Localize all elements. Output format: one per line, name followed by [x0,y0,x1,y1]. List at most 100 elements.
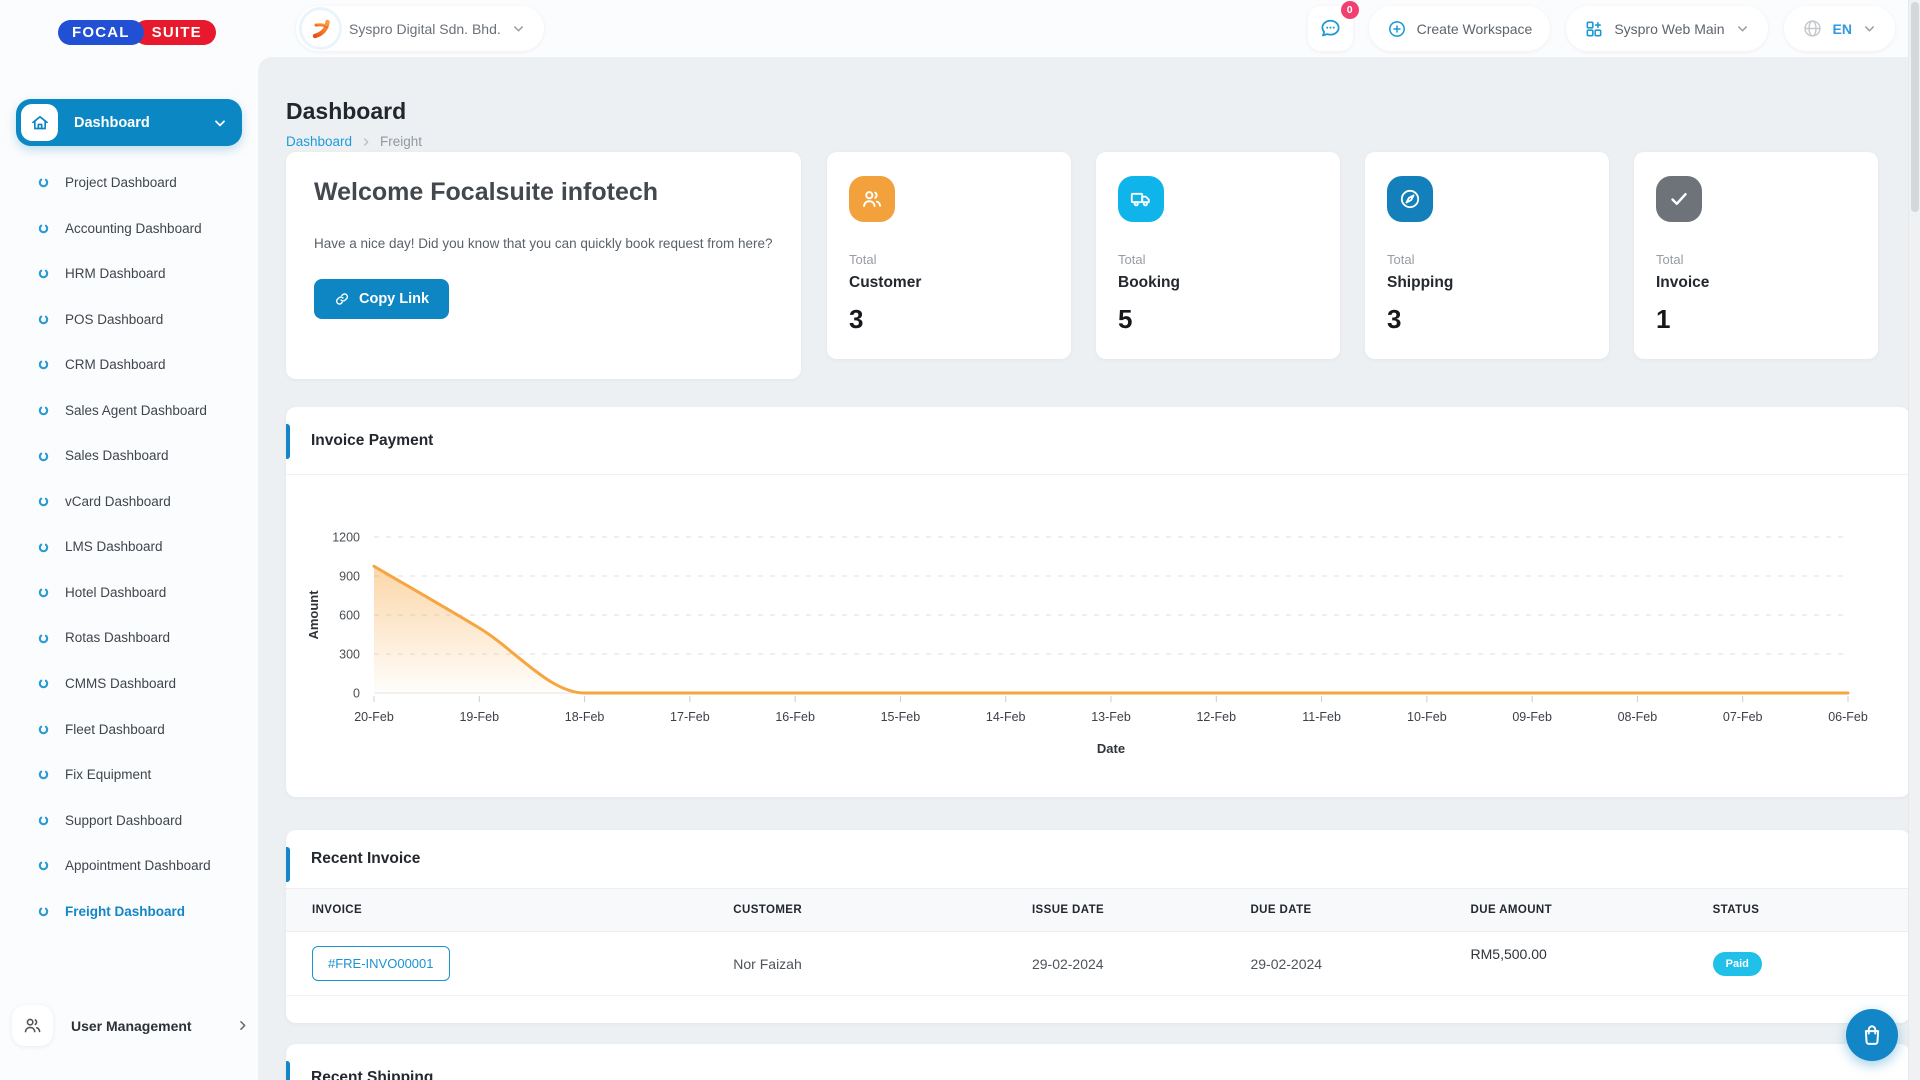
sidebar-group-label: Dashboard [74,115,212,131]
bullet-icon [38,906,49,917]
stat-card-booking: Total Booking 5 [1096,152,1340,359]
svg-text:09-Feb: 09-Feb [1512,710,1552,724]
bullet-icon [38,405,49,416]
breadcrumb-dashboard-link[interactable]: Dashboard [286,134,352,149]
welcome-card: Welcome Focalsuite infotech Have a nice … [286,152,801,379]
truck-icon [1118,176,1164,222]
sidebar-item-appointment-dashboard[interactable]: Appointment Dashboard [0,843,258,889]
bullet-icon [38,860,49,871]
page-title: Dashboard [286,98,406,125]
column-due-date: DUE DATE [1250,904,1470,916]
svg-text:16-Feb: 16-Feb [775,710,815,724]
bullet-icon [38,496,49,507]
invoice-table-header: INVOICE CUSTOMER ISSUE DATE DUE DATE DUE… [286,888,1910,932]
sidebar-item-crm-dashboard[interactable]: CRM Dashboard [0,342,258,388]
app-menu-label: Syspro Web Main [1614,21,1724,37]
stat-name: Customer [849,274,1049,292]
bullet-icon [38,223,49,234]
sidebar-item-hrm-dashboard[interactable]: HRM Dashboard [0,251,258,297]
sidebar-item-fix-equipment[interactable]: Fix Equipment [0,752,258,798]
compass-icon [1387,176,1433,222]
globe-icon [1802,18,1823,39]
svg-text:1200: 1200 [332,531,360,545]
chevron-down-icon [1862,21,1877,36]
chevron-right-icon [235,1018,250,1033]
chat-button[interactable]: 0 [1308,6,1353,51]
bullet-icon [38,451,49,462]
section-accent [286,1061,290,1080]
create-workspace-label: Create Workspace [1417,21,1533,37]
bullet-icon [38,268,49,279]
create-workspace-button[interactable]: Create Workspace [1369,6,1551,51]
invoice-due-date: 29-02-2024 [1250,956,1470,972]
stat-card-invoice: Total Invoice 1 [1634,152,1878,359]
app-menu-selector[interactable]: Syspro Web Main [1566,6,1767,51]
header-actions: 0 Create Workspace Syspro Web Main EN [1308,6,1895,51]
sidebar-item-sales-agent-dashboard[interactable]: Sales Agent Dashboard [0,388,258,434]
svg-text:08-Feb: 08-Feb [1618,710,1658,724]
sidebar-item-pos-dashboard[interactable]: POS Dashboard [0,297,258,343]
svg-text:Amount: Amount [306,590,321,640]
column-issue-date: ISSUE DATE [1032,904,1251,916]
scrollbar-thumb[interactable] [1911,2,1919,212]
column-due-amount: DUE AMOUNT [1471,904,1713,916]
sidebar-item-hotel-dashboard[interactable]: Hotel Dashboard [0,570,258,616]
invoice-payment-header: Invoice Payment [286,407,1910,475]
sidebar-item-support-dashboard[interactable]: Support Dashboard [0,798,258,844]
breadcrumb: Dashboard Freight [286,134,422,149]
svg-text:600: 600 [339,609,360,623]
sidebar-menu: Project Dashboard Accounting Dashboard H… [0,160,258,934]
sidebar-item-project-dashboard[interactable]: Project Dashboard [0,160,258,206]
welcome-message: Have a nice day! Did you know that you c… [314,233,784,255]
chevron-down-icon [511,21,526,36]
recent-shipping-header: Recent Shipping [286,1044,1910,1080]
sidebar-item-rotas-dashboard[interactable]: Rotas Dashboard [0,615,258,661]
sidebar-group-dashboard[interactable]: Dashboard [16,99,242,146]
svg-text:Date: Date [1097,741,1125,756]
stat-label: Total [1387,252,1587,267]
svg-text:900: 900 [339,570,360,584]
sidebar-item-fleet-dashboard[interactable]: Fleet Dashboard [0,707,258,753]
stat-name: Booking [1118,274,1318,292]
stat-value: 1 [1656,304,1856,335]
quick-action-fab[interactable] [1846,1009,1898,1061]
invoice-payment-title: Invoice Payment [311,432,433,450]
stat-value: 5 [1118,304,1318,335]
sidebar-footer-label: User Management [71,1018,235,1034]
grid-plus-icon [1584,19,1604,39]
stat-card-customer: Total Customer 3 [827,152,1071,359]
bullet-icon [38,815,49,826]
chat-icon [1318,16,1343,41]
bullet-icon [38,724,49,735]
svg-text:11-Feb: 11-Feb [1302,710,1341,724]
copy-link-button[interactable]: Copy Link [314,279,449,319]
scrollbar[interactable] [1908,0,1920,1080]
users-icon [12,1005,53,1046]
svg-text:13-Feb: 13-Feb [1091,710,1131,724]
stat-name: Invoice [1656,274,1856,292]
focalsuite-logo: FOCAL SUITE [58,20,216,45]
chat-badge: 0 [1341,1,1359,19]
workspace-selector[interactable]: Syspro Digital Sdn. Bhd. [296,6,544,51]
sidebar-item-sales-dashboard[interactable]: Sales Dashboard [0,433,258,479]
svg-text:20-Feb: 20-Feb [354,710,394,724]
sidebar-item-cmms-dashboard[interactable]: CMMS Dashboard [0,661,258,707]
invoice-payment-chart-area: 0300600900120020-Feb19-Feb18-Feb17-Feb16… [286,475,1910,791]
language-selector[interactable]: EN [1784,6,1895,51]
invoice-customer: Nor Faizah [733,956,1032,972]
sidebar-item-vcard-dashboard[interactable]: vCard Dashboard [0,479,258,525]
breadcrumb-current: Freight [380,134,422,149]
sidebar-item-user-management[interactable]: User Management [12,1005,250,1046]
sidebar-item-accounting-dashboard[interactable]: Accounting Dashboard [0,206,258,252]
link-icon [334,291,350,307]
plus-circle-icon [1387,19,1407,39]
sidebar-item-lms-dashboard[interactable]: LMS Dashboard [0,524,258,570]
invoice-number-link[interactable]: #FRE-INVO00001 [312,946,450,981]
recent-invoice-header: Recent Invoice [286,830,1910,888]
sidebar-item-freight-dashboard[interactable]: Freight Dashboard [0,889,258,935]
status-badge[interactable]: Paid [1713,952,1762,976]
invoice-due-amount: RM5,500.00 [1471,946,1713,962]
svg-text:17-Feb: 17-Feb [670,710,710,724]
bullet-icon [38,314,49,325]
stat-label: Total [1656,252,1856,267]
